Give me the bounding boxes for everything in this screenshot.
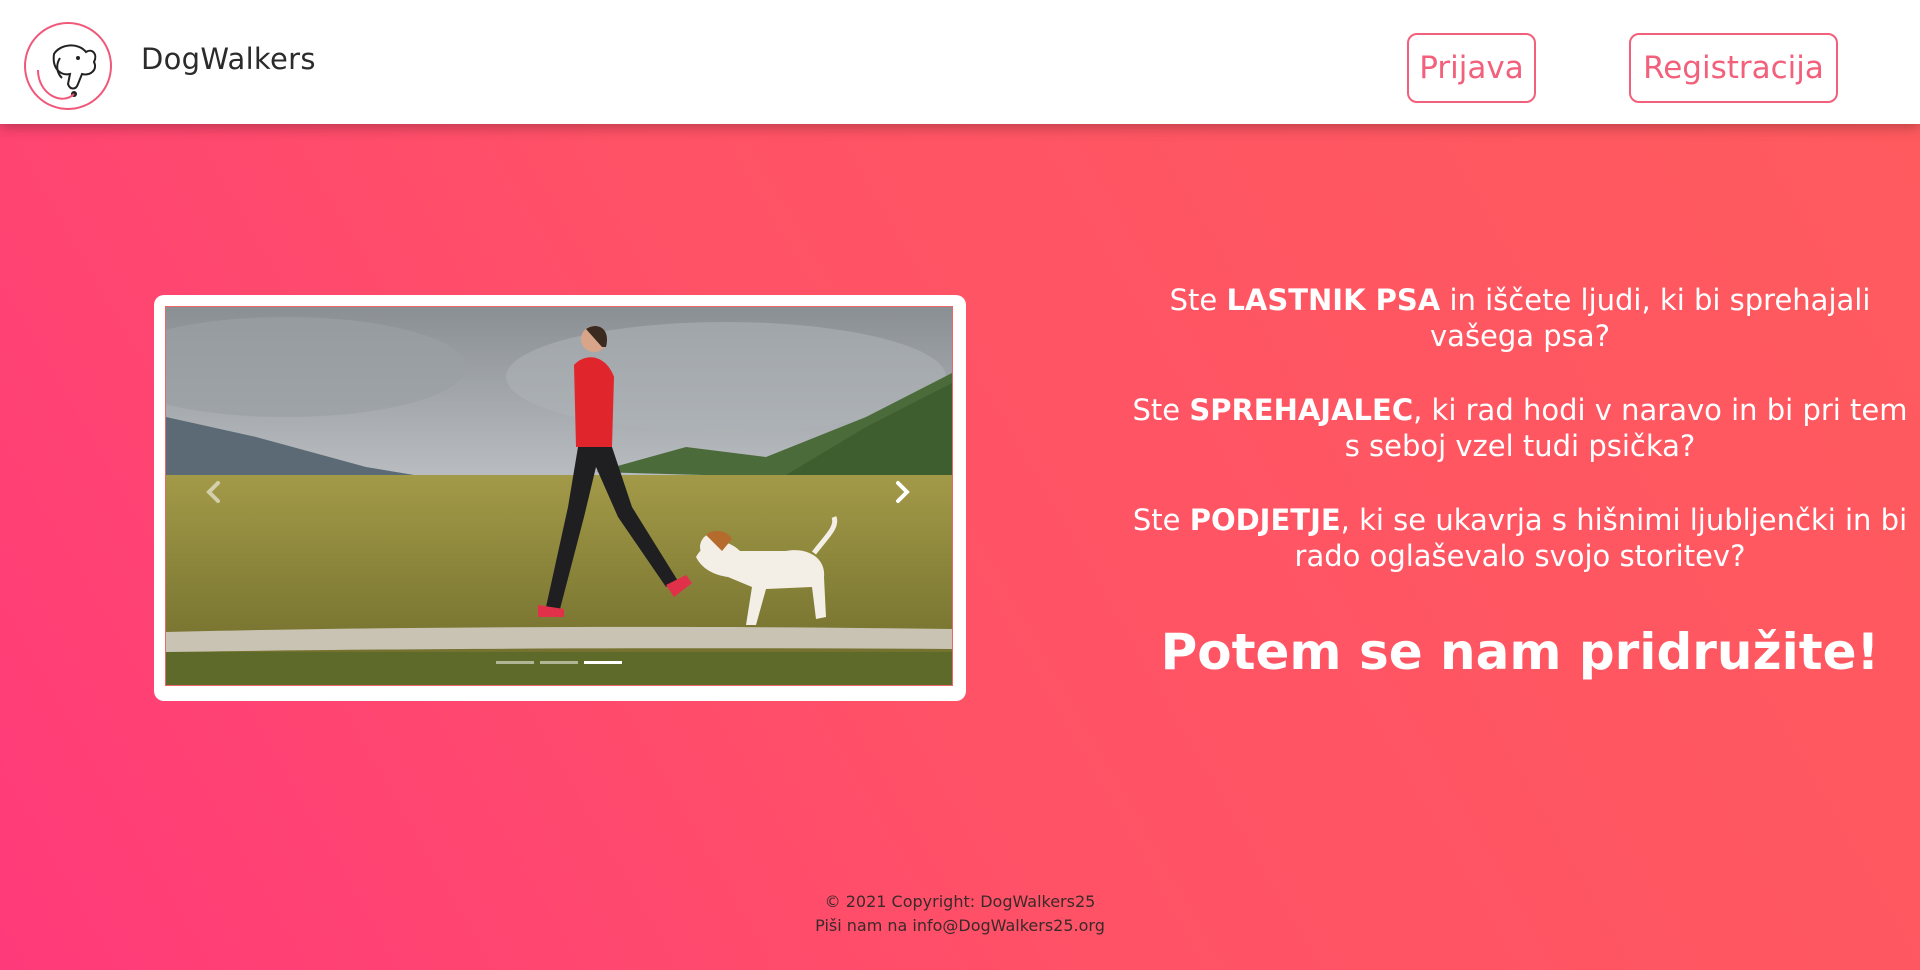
carousel-indicator[interactable] [540, 661, 578, 664]
carousel-indicators [496, 661, 622, 664]
company-highlight: PODJETJE [1189, 503, 1341, 537]
footer: © 2021 Copyright: DogWalkers25 Piši nam … [0, 890, 1920, 938]
navbar: DogWalkers Prijava Registracija [0, 0, 1920, 124]
carousel-frame [154, 295, 966, 701]
copyright-text: © 2021 Copyright: DogWalkers25 [824, 892, 1096, 911]
chevron-right-icon [896, 481, 910, 503]
carousel-slide-image [166, 307, 952, 685]
carousel-prev-button[interactable] [194, 472, 234, 512]
company-paragraph: Ste PODJETJE, ki se ukavrja s hišnimi lj… [1132, 503, 1908, 573]
intro-text: Ste LASTNIK PSA in iščete ljudi, ki bi s… [1130, 282, 1910, 682]
carousel-next-button[interactable] [882, 472, 922, 512]
join-heading: Potem se nam pridružite! [1160, 623, 1880, 681]
brand-name[interactable]: DogWalkers [141, 42, 316, 76]
chevron-left-icon [206, 481, 220, 503]
contact-text: Piši nam na info@DogWalkers25.org [815, 916, 1105, 935]
dog-head-icon[interactable] [24, 22, 112, 110]
owner-paragraph: Ste LASTNIK PSA in iščete ljudi, ki bi s… [1169, 283, 1871, 353]
image-carousel[interactable] [165, 306, 953, 686]
owner-highlight: LASTNIK PSA [1226, 283, 1441, 317]
login-button[interactable]: Prijava [1407, 33, 1536, 103]
carousel-indicator[interactable] [496, 661, 534, 664]
walker-highlight: SPREHAJALEC [1189, 393, 1414, 427]
walker-paragraph: Ste SPREHAJALEC, ki rad hodi v naravo in… [1132, 393, 1908, 463]
carousel-indicator-active[interactable] [584, 661, 622, 664]
register-button[interactable]: Registracija [1629, 33, 1838, 103]
